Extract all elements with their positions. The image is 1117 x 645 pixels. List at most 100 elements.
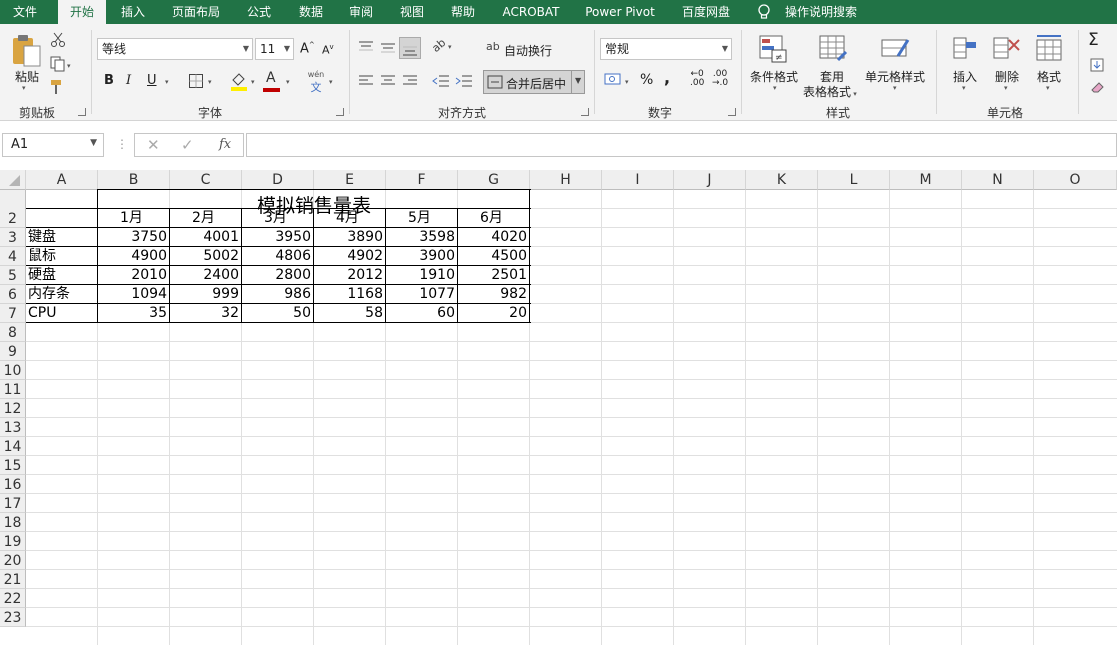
- conditional-formatting-button[interactable]: 条件格式: [750, 68, 798, 85]
- column-header[interactable]: M: [890, 170, 962, 190]
- delete-dropdown-icon[interactable]: ▾: [1004, 84, 1008, 92]
- column-header[interactable]: N: [962, 170, 1034, 190]
- row-header[interactable]: 12: [0, 399, 26, 418]
- tab-home[interactable]: 开始: [58, 0, 106, 24]
- decrease-decimal-button[interactable]: .00 →.0: [712, 70, 728, 88]
- column-header[interactable]: L: [818, 170, 890, 190]
- row-header[interactable]: 9: [0, 342, 26, 361]
- percent-button[interactable]: %: [640, 72, 653, 88]
- column-header[interactable]: H: [530, 170, 602, 190]
- insert-cells-button[interactable]: 插入: [953, 68, 977, 85]
- tell-me-search[interactable]: 操作说明搜索: [780, 0, 862, 24]
- cell-styles-button[interactable]: 单元格样式: [865, 68, 925, 85]
- conditional-dropdown-icon[interactable]: ▾: [773, 84, 777, 92]
- bold-button[interactable]: B: [104, 73, 114, 88]
- row-header[interactable]: 16: [0, 475, 26, 494]
- row-header[interactable]: 3: [0, 228, 26, 247]
- row-header[interactable]: 2: [0, 209, 26, 228]
- alignment-launcher-icon[interactable]: [581, 108, 589, 116]
- italic-button[interactable]: I: [126, 73, 131, 88]
- column-header[interactable]: A: [26, 170, 98, 190]
- row-header[interactable]: 11: [0, 380, 26, 399]
- row-header[interactable]: 20: [0, 551, 26, 570]
- align-bottom-icon[interactable]: [399, 37, 421, 59]
- increase-decimal-button[interactable]: ←0.00: [690, 70, 704, 88]
- row-header[interactable]: 18: [0, 513, 26, 532]
- enter-icon[interactable]: ✓: [181, 136, 194, 154]
- tab-file[interactable]: 文件: [0, 0, 50, 24]
- row-header[interactable]: 19: [0, 532, 26, 551]
- phonetic-icon[interactable]: wén 文: [306, 70, 326, 94]
- column-header[interactable]: D: [242, 170, 314, 190]
- underline-button[interactable]: U: [147, 73, 157, 88]
- format-as-table-button[interactable]: 表格格式 ▾: [803, 83, 857, 100]
- copy-icon[interactable]: ▾: [50, 56, 72, 72]
- font-color-dropdown-icon[interactable]: ▾: [286, 78, 290, 86]
- tab-data[interactable]: 数据: [288, 0, 334, 24]
- row-header[interactable]: 22: [0, 589, 26, 608]
- row-header[interactable]: 15: [0, 456, 26, 475]
- format-painter-icon[interactable]: [50, 79, 68, 95]
- accounting-dropdown-icon[interactable]: ▾: [625, 78, 629, 86]
- tab-review[interactable]: 审阅: [338, 0, 384, 24]
- merge-dropdown-icon[interactable]: ▼: [575, 76, 581, 85]
- paste-icon[interactable]: [10, 34, 44, 68]
- wrap-text-button[interactable]: 自动换行: [504, 42, 552, 59]
- column-header[interactable]: F: [386, 170, 458, 190]
- align-left-icon[interactable]: [358, 74, 374, 88]
- font-launcher-icon[interactable]: [336, 108, 344, 116]
- paste-dropdown-icon[interactable]: ▾: [22, 84, 26, 92]
- border-dropdown-icon[interactable]: ▾: [208, 78, 212, 86]
- row-header[interactable]: 4: [0, 247, 26, 266]
- row-header[interactable]: 13: [0, 418, 26, 437]
- insert-dropdown-icon[interactable]: ▾: [962, 84, 966, 92]
- insert-function-icon[interactable]: fx: [219, 137, 231, 152]
- format-cells-button[interactable]: 格式: [1037, 68, 1061, 85]
- row-header[interactable]: 21: [0, 570, 26, 589]
- merge-center-button[interactable]: 合并后居中 ▼: [483, 70, 585, 94]
- tab-page-layout[interactable]: 页面布局: [164, 0, 228, 24]
- tab-formulas[interactable]: 公式: [236, 0, 282, 24]
- clipboard-launcher-icon[interactable]: [78, 108, 86, 116]
- row-header[interactable]: 5: [0, 266, 26, 285]
- fill-icon[interactable]: [1090, 58, 1106, 72]
- tab-insert[interactable]: 插入: [110, 0, 156, 24]
- row-header[interactable]: 17: [0, 494, 26, 513]
- format-dropdown-icon[interactable]: ▾: [1046, 84, 1050, 92]
- decrease-font-icon[interactable]: Av: [322, 43, 334, 57]
- accounting-format-icon[interactable]: [604, 72, 622, 88]
- tab-acrobat[interactable]: ACROBAT: [496, 0, 566, 24]
- row-header[interactable]: 23: [0, 608, 26, 627]
- delete-cells-button[interactable]: 删除: [995, 68, 1019, 85]
- font-size-box[interactable]: 11 ▼: [255, 38, 294, 60]
- column-header[interactable]: E: [314, 170, 386, 190]
- cancel-icon[interactable]: ✕: [147, 136, 160, 154]
- tab-baidu-netdisk[interactable]: 百度网盘: [674, 0, 738, 24]
- column-header[interactable]: C: [170, 170, 242, 190]
- row-header[interactable]: 1: [0, 190, 26, 225]
- underline-dropdown-icon[interactable]: ▾: [165, 78, 169, 86]
- increase-indent-icon[interactable]: [455, 74, 473, 88]
- font-color-icon[interactable]: A: [263, 70, 281, 92]
- number-launcher-icon[interactable]: [728, 108, 736, 116]
- tab-help[interactable]: 帮助: [440, 0, 486, 24]
- increase-font-icon[interactable]: A^: [300, 41, 315, 56]
- align-right-icon[interactable]: [402, 74, 418, 88]
- paste-button[interactable]: 粘贴: [12, 68, 42, 85]
- row-header[interactable]: 10: [0, 361, 26, 380]
- name-box[interactable]: A1 ▼: [2, 133, 104, 157]
- column-header[interactable]: J: [674, 170, 746, 190]
- row-header[interactable]: 14: [0, 437, 26, 456]
- fill-color-dropdown-icon[interactable]: ▾: [251, 78, 255, 86]
- more-options-icon[interactable]: ⋮: [116, 137, 128, 151]
- select-all-corner[interactable]: [0, 170, 26, 190]
- column-header[interactable]: B: [98, 170, 170, 190]
- clear-icon[interactable]: [1090, 80, 1106, 94]
- align-middle-icon[interactable]: [380, 40, 396, 54]
- tab-power-pivot[interactable]: Power Pivot: [580, 0, 660, 24]
- tab-view[interactable]: 视图: [389, 0, 435, 24]
- column-header[interactable]: G: [458, 170, 530, 190]
- row-header[interactable]: 6: [0, 285, 26, 304]
- cut-icon[interactable]: [50, 32, 66, 48]
- phonetic-dropdown-icon[interactable]: ▾: [329, 78, 333, 86]
